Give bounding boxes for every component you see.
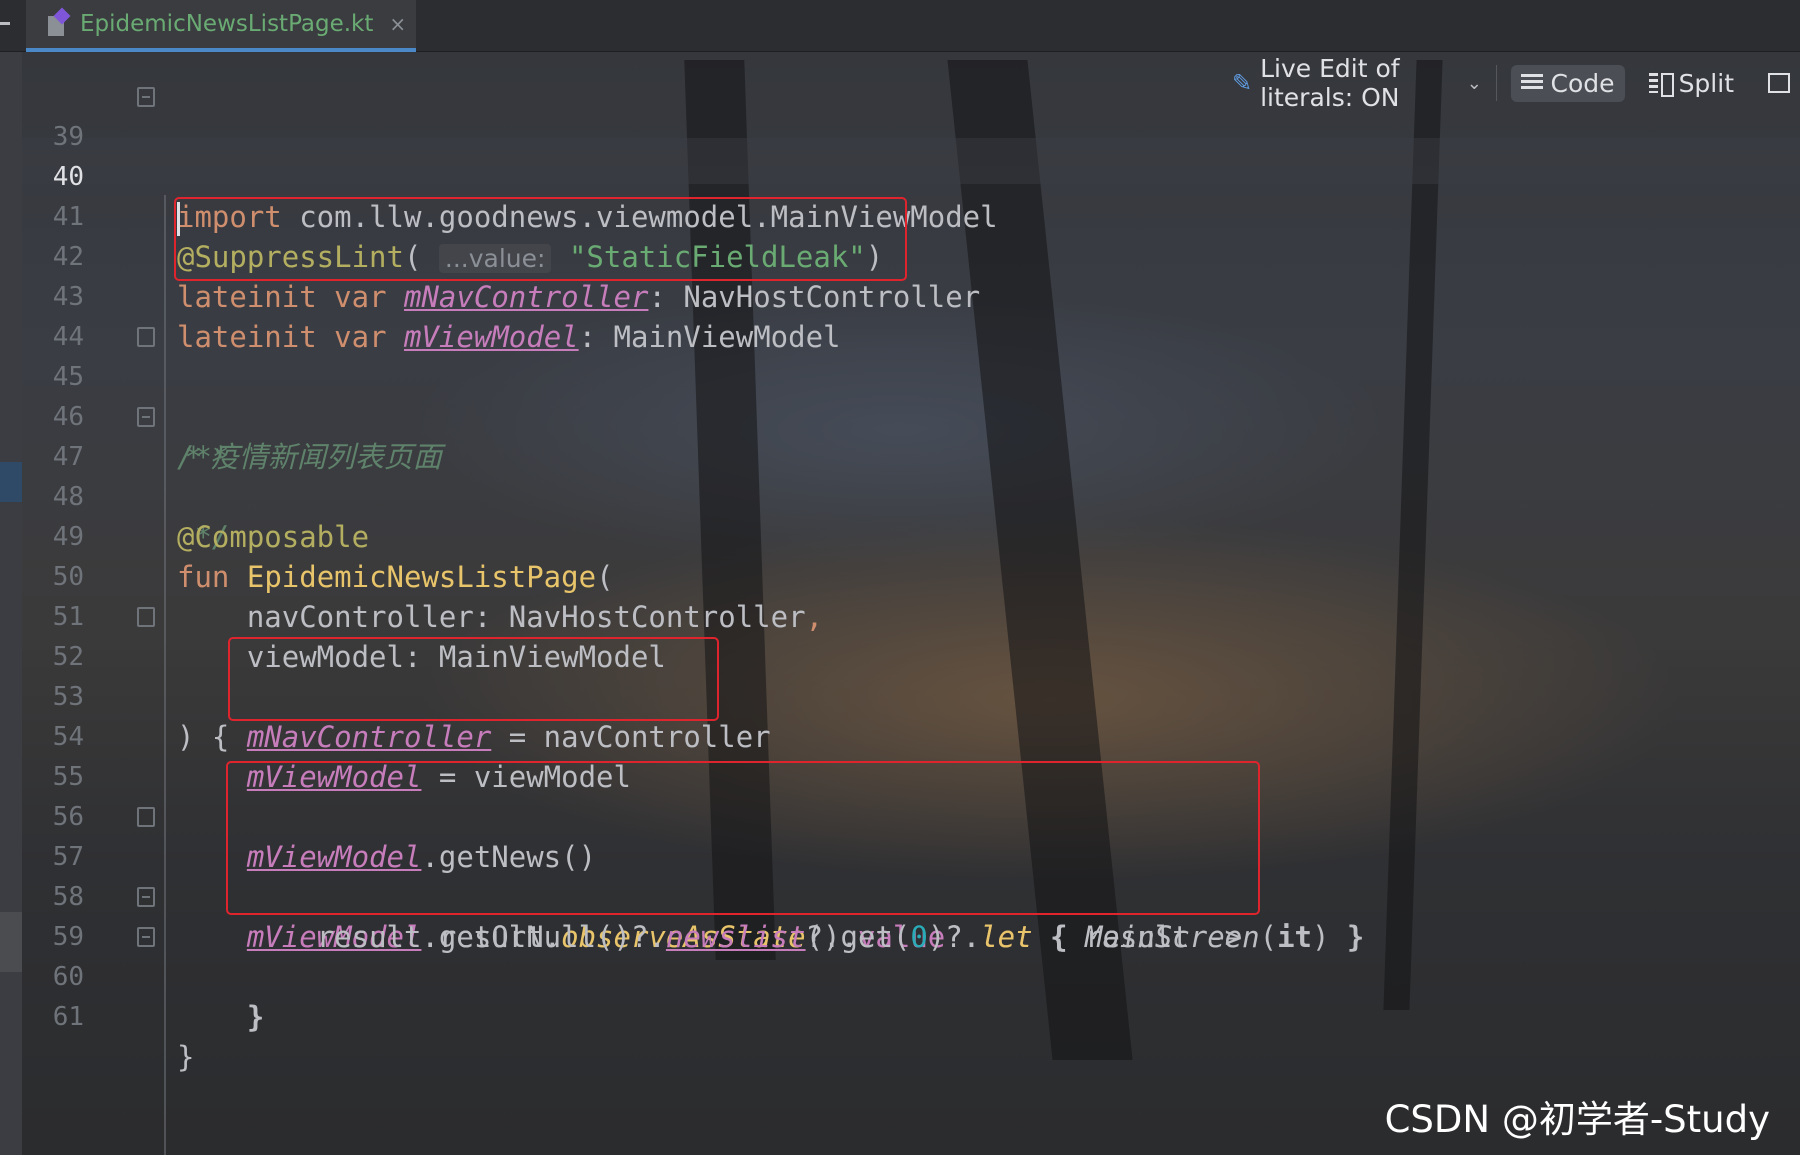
- code-line: 44: [22, 277, 1800, 352]
- menu-dash-icon[interactable]: [0, 22, 10, 25]
- code-editor[interactable]: 39 import com.llw.goodnews.viewmodel.Mai…: [22, 87, 1800, 1155]
- editor-tab-bar: EpidemicNewsListPage.kt ×: [0, 0, 1800, 52]
- strip-marker: [0, 462, 22, 502]
- split-icon: [1648, 73, 1674, 97]
- code-line: 51 viewModel: MainViewModel: [22, 557, 1800, 674]
- design-icon: [1768, 73, 1790, 93]
- code-line: 40: [22, 117, 1800, 236]
- split-view-button[interactable]: Split: [1639, 65, 1744, 102]
- fold-icon[interactable]: [137, 87, 155, 107]
- live-edit-icon: ✎: [1232, 69, 1253, 97]
- kotlin-file-icon: [46, 10, 70, 38]
- editor-toolbar: ✎ Live Edit of literals: ON ⌄ Code Split: [1220, 54, 1800, 112]
- highlight-box-properties: [174, 197, 907, 281]
- toolbar-separator: [1495, 65, 1497, 101]
- code-line: 47 */: [22, 397, 1800, 554]
- fold-icon[interactable]: [137, 607, 155, 627]
- live-edit-label: Live Edit of literals: ON: [1260, 54, 1400, 112]
- code-line: 52 ) {: [22, 597, 1800, 754]
- fold-icon[interactable]: [137, 927, 155, 947]
- fold-icon[interactable]: [137, 887, 155, 907]
- watermark: CSDN @初学者-Study: [1384, 1098, 1770, 1141]
- design-view-button[interactable]: [1758, 69, 1800, 97]
- code-line: 60 }: [22, 917, 1800, 1074]
- code-view-button[interactable]: Code: [1510, 64, 1625, 102]
- highlight-box-assignments: [228, 637, 719, 721]
- highlight-box-observe: [226, 761, 1260, 915]
- tab-label: EpidemicNewsListPage.kt: [80, 11, 374, 37]
- close-icon[interactable]: ×: [389, 12, 406, 36]
- code-view-label: Code: [1550, 68, 1615, 98]
- live-edit-dropdown[interactable]: ✎ Live Edit of literals: ON ⌄: [1232, 54, 1482, 112]
- left-tool-strip: [0, 52, 22, 1155]
- code-line: 55: [22, 717, 1800, 792]
- line-number: 61: [52, 1002, 84, 1032]
- chevron-down-icon: ⌄: [1466, 72, 1482, 94]
- code-icon: [1520, 74, 1543, 92]
- code-line: 46 * 疫情新闻列表页面: [22, 357, 1800, 474]
- code-line: 49 fun EpidemicNewsListPage(: [22, 477, 1800, 594]
- tab-epidemic-news-list-page[interactable]: EpidemicNewsListPage.kt ×: [26, 0, 416, 52]
- code-line: 41 @SuppressLint( ...value: "StaticField…: [22, 157, 1800, 274]
- code-line: 50 navController: NavHostController,: [22, 517, 1800, 634]
- fold-icon[interactable]: [137, 327, 155, 347]
- fold-icon[interactable]: [137, 807, 155, 827]
- fold-icon[interactable]: [137, 407, 155, 427]
- strip-marker: [0, 912, 22, 972]
- split-view-label: Split: [1678, 68, 1734, 98]
- code-line: 48 @Composable: [22, 437, 1800, 554]
- code-line: 61: [22, 957, 1800, 1032]
- code-line: 45 /**: [22, 317, 1800, 474]
